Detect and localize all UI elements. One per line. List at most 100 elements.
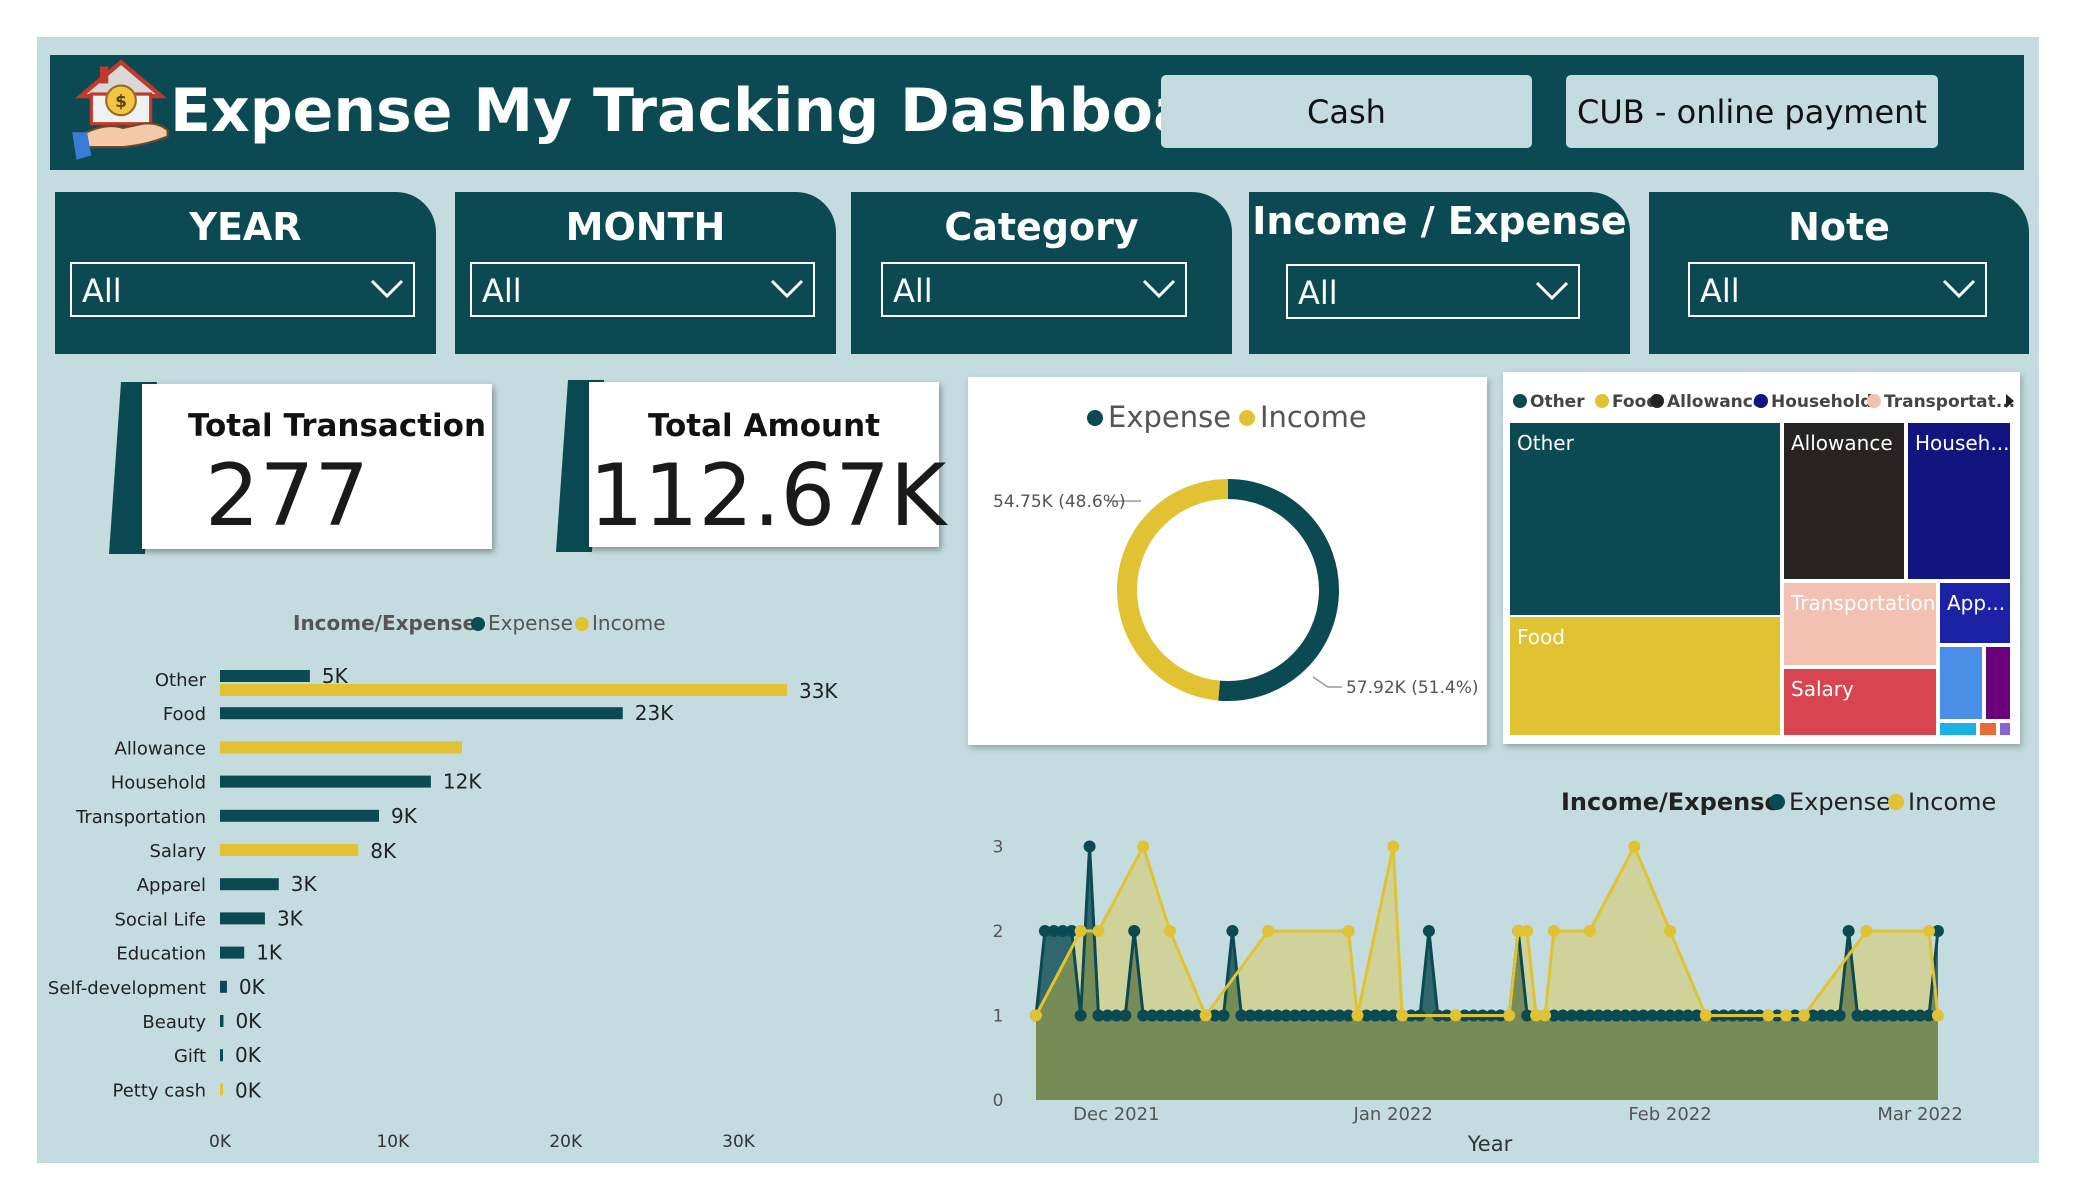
point-income bbox=[1396, 1009, 1409, 1022]
leader-line bbox=[1312, 676, 1342, 688]
point-income bbox=[1342, 925, 1355, 937]
bar-expense bbox=[220, 707, 623, 720]
tile-label: Other bbox=[1517, 431, 1575, 455]
area-income bbox=[1036, 846, 1938, 1100]
legend-marker bbox=[1754, 394, 1768, 408]
category-label: Household bbox=[111, 773, 206, 794]
category-label: Self-development bbox=[48, 978, 206, 999]
point-expense bbox=[1083, 840, 1096, 853]
category-dropdown[interactable]: All bbox=[881, 262, 1187, 317]
bar-income bbox=[220, 741, 462, 754]
slicer-title: Category bbox=[944, 205, 1139, 249]
year-dropdown[interactable]: All bbox=[70, 262, 415, 317]
data-label: 33K bbox=[799, 679, 838, 703]
category-label: Allowance bbox=[115, 738, 206, 759]
legend-marker-expense bbox=[471, 617, 485, 631]
legend-label: Other bbox=[1530, 392, 1585, 412]
point-income bbox=[1547, 925, 1560, 937]
point-income bbox=[1137, 840, 1150, 853]
bar-expense bbox=[220, 878, 279, 891]
bar-expense bbox=[220, 1015, 224, 1027]
point-expense bbox=[1226, 925, 1239, 937]
point-expense bbox=[1119, 1009, 1132, 1022]
bar-expense bbox=[220, 670, 310, 682]
house-money-icon: $ bbox=[72, 59, 169, 160]
point-income bbox=[1030, 1009, 1042, 1022]
income-expense-slicer: Income / Expense All bbox=[1249, 192, 1630, 354]
cub-online-payment-button[interactable]: CUB - online payment bbox=[1566, 75, 1938, 148]
legend-marker-income bbox=[575, 617, 589, 631]
svg-text:$: $ bbox=[115, 91, 127, 111]
legend-label: Transportat... bbox=[1884, 392, 2015, 412]
data-label: 3K bbox=[277, 906, 304, 930]
point-income bbox=[1262, 925, 1275, 937]
point-income bbox=[1387, 840, 1400, 853]
bar-expense bbox=[220, 809, 380, 822]
point-income bbox=[1583, 925, 1596, 937]
bar-expense bbox=[220, 946, 245, 959]
data-label: 23K bbox=[635, 701, 674, 725]
point-income bbox=[1664, 925, 1677, 937]
bar-expense bbox=[220, 1049, 223, 1062]
category-label: Education bbox=[116, 944, 206, 965]
legend-label: Expense bbox=[488, 611, 573, 635]
kpi-label: Total Transaction bbox=[187, 408, 487, 444]
point-income bbox=[1521, 925, 1534, 937]
donut-chart-panel: Expense Income 57.92K (51.4%) 54.75K (48.6%… bbox=[968, 377, 1487, 745]
point-income bbox=[1923, 925, 1935, 937]
year-slicer: YEAR All bbox=[55, 192, 436, 354]
tile-label: Transportation bbox=[1790, 591, 1935, 615]
category-treemap: Other Food Allowance Household Transportat..… bbox=[1508, 392, 2015, 737]
tile-label: Allowance bbox=[1791, 431, 1893, 455]
category-label: Salary bbox=[149, 841, 206, 862]
tile-label: App... bbox=[1947, 591, 2005, 615]
chevron-down-icon bbox=[1142, 279, 1176, 299]
treemap-tile-self-development bbox=[1938, 721, 1978, 737]
data-label: 54.75K (48.6%) bbox=[993, 492, 1126, 512]
dropdown-value: All bbox=[482, 272, 522, 310]
x-tick-label: Jan 2022 bbox=[1353, 1104, 1433, 1125]
slicer-title: Note bbox=[1788, 205, 1890, 249]
category-label: Social Life bbox=[114, 909, 206, 930]
category-label: Gift bbox=[174, 1046, 206, 1067]
x-tick-label: 30K bbox=[722, 1132, 756, 1152]
total-transaction-card: Total Transaction 277 bbox=[142, 384, 492, 549]
dropdown-value: All bbox=[893, 272, 933, 310]
chevron-down-icon bbox=[770, 279, 804, 299]
donut-slice-expense bbox=[1218, 479, 1339, 701]
y-tick-label: 3 bbox=[993, 838, 1004, 858]
legend-label: Income bbox=[1908, 788, 1996, 816]
treemap-tile-social-life bbox=[1938, 645, 1984, 721]
note-dropdown[interactable]: All bbox=[1688, 262, 1987, 317]
legend-marker-income bbox=[1888, 794, 1904, 810]
income-expense-donut-chart: Expense Income 57.92K (51.4%) 54.75K (48.6%… bbox=[993, 400, 1479, 701]
legend-marker-expense bbox=[1087, 410, 1103, 426]
slicer-title: Income / Expense bbox=[1252, 199, 1627, 243]
data-label: 57.92K (51.4%) bbox=[1346, 678, 1479, 698]
data-label: 0K bbox=[235, 1078, 262, 1102]
x-axis-title: Year bbox=[1467, 1132, 1513, 1156]
x-tick-label: Feb 2022 bbox=[1628, 1104, 1711, 1125]
income-expense-dropdown[interactable]: All bbox=[1286, 264, 1580, 319]
data-label: 0K bbox=[235, 1009, 262, 1033]
cash-button[interactable]: Cash bbox=[1161, 75, 1532, 148]
category-bar-chart: Income/Expense Expense IncomeOther 5K33KFoo… bbox=[48, 611, 839, 1152]
dropdown-value: All bbox=[1298, 274, 1338, 312]
legend-marker-expense bbox=[1769, 794, 1785, 810]
legend-label: Income bbox=[1260, 400, 1367, 434]
data-label: 8K bbox=[370, 839, 397, 863]
month-dropdown[interactable]: All bbox=[470, 262, 815, 317]
chevron-down-icon bbox=[1535, 281, 1569, 301]
point-income bbox=[1092, 925, 1105, 937]
data-label: 12K bbox=[443, 770, 482, 794]
point-income bbox=[1503, 1009, 1516, 1022]
legend-title: Income/Expense bbox=[1561, 788, 1781, 816]
x-tick-label: Mar 2022 bbox=[1877, 1104, 1963, 1125]
point-expense bbox=[1422, 925, 1435, 937]
data-label: 0K bbox=[235, 1043, 262, 1067]
legend-label: Income bbox=[592, 611, 666, 635]
category-label: Transportation bbox=[75, 807, 206, 828]
legend-marker bbox=[1595, 394, 1609, 408]
page-title: Expense My Tracking Dashboard bbox=[170, 76, 1266, 146]
category-label: Beauty bbox=[142, 1012, 206, 1033]
